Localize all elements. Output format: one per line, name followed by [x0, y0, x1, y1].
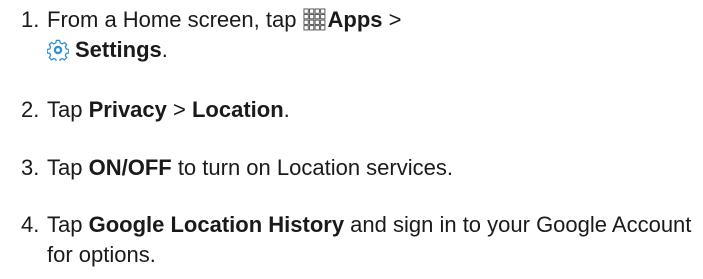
step-number: 3.: [21, 155, 40, 180]
step-number: 1.: [21, 7, 40, 32]
step-text: Tap ON/OFF to turn on Location services.: [47, 153, 697, 183]
step-text-part: Tap: [47, 97, 89, 122]
step-text: Tap Google Location History and sign in …: [47, 210, 697, 270]
step-text-part: to turn on Location services.: [171, 155, 453, 180]
onoff-label: ON/OFF: [88, 155, 172, 180]
step-text: Tap Privacy > Location.: [47, 95, 697, 125]
step-text-part: Tap: [47, 155, 89, 180]
settings-label: Settings: [75, 37, 162, 62]
step-end: .: [161, 37, 168, 62]
step-number: 4.: [21, 212, 40, 237]
location-label: Location: [191, 97, 284, 122]
settings-gear-icon: [47, 39, 69, 61]
step-text: From a Home screen, tap Apps > Settings.: [47, 5, 697, 65]
apps-label: Apps: [327, 7, 383, 32]
step-end: .: [283, 97, 290, 122]
privacy-label: Privacy: [88, 97, 167, 122]
google-location-history-label: Google Location History: [88, 212, 345, 237]
step-separator: >: [166, 97, 192, 122]
step-text-part: Tap: [47, 212, 89, 237]
apps-grid-icon: [303, 8, 325, 31]
step-number: 2.: [21, 97, 40, 122]
step-text-part: From a Home screen, tap: [47, 7, 303, 32]
step-separator: >: [382, 7, 402, 32]
